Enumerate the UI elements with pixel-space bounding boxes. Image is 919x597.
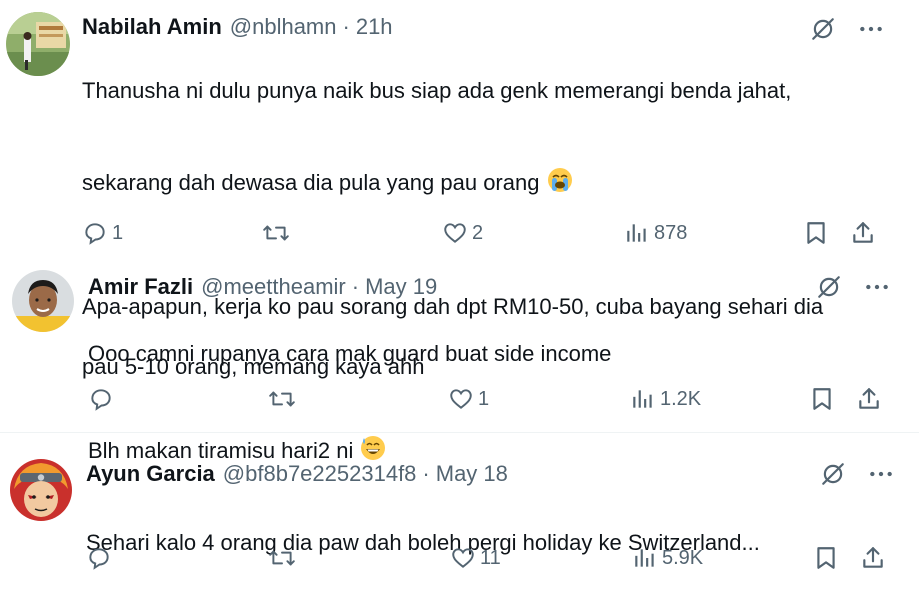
bookmark-button[interactable] [804, 220, 828, 246]
views-count: 878 [654, 221, 688, 244]
views-count: 5.9K [662, 546, 704, 569]
more-icon[interactable] [858, 16, 884, 47]
loudly-crying-face-icon [546, 136, 574, 202]
like-icon [444, 223, 466, 243]
top-icons [820, 461, 894, 492]
views-icon [633, 390, 652, 408]
bookmark-button[interactable] [810, 386, 834, 412]
retweet-icon [269, 391, 295, 407]
avatar[interactable] [6, 12, 70, 76]
reply-count: 1 [112, 221, 124, 244]
tweet-header: Nabilah Amin @nblhamn · 21h [82, 14, 393, 40]
display-name[interactable]: Amir Fazli [88, 274, 193, 300]
tweet-text-line-with-emoji: sekarang dah dewasa dia pula yang pau or… [82, 136, 912, 202]
top-icons [810, 16, 884, 47]
reply-icon [89, 548, 109, 570]
separator-dot: · [422, 461, 430, 486]
like-icon [450, 389, 472, 409]
more-icon[interactable] [864, 274, 890, 305]
like-count: 11 [480, 546, 501, 569]
like-count: 1 [478, 387, 490, 410]
reply-button[interactable] [88, 386, 118, 412]
tweet-header: Amir Fazli @meettheamir · May 19 [88, 274, 437, 300]
separator-dot: · [351, 274, 360, 299]
like-icon [452, 548, 474, 568]
reply-icon [85, 223, 105, 245]
like-button[interactable]: 2 [442, 220, 483, 246]
tweet-text-line: sekarang dah dewasa dia pula yang pau or… [82, 170, 540, 195]
share-icon [859, 388, 879, 409]
display-name[interactable]: Nabilah Amin [82, 14, 222, 40]
user-handle[interactable]: @nblhamn [230, 14, 337, 40]
share-button[interactable] [850, 220, 876, 246]
tweet-text-line: Thanusha ni dulu punya naik bus siap ada… [82, 78, 792, 103]
retweet-icon [263, 225, 289, 241]
bookmark-icon [817, 547, 835, 569]
views-count: 1.2K [660, 387, 702, 410]
like-button[interactable]: 11 [450, 545, 501, 571]
tweet-text: Sehari kalo 4 orang dia paw dah boleh pe… [86, 495, 906, 591]
timestamp[interactable]: 21h [356, 14, 393, 40]
views-button[interactable]: 5.9K [632, 545, 703, 571]
tweet-1[interactable]: Nabilah Amin @nblhamn · 21h Thanusha ni … [0, 0, 919, 379]
avatar[interactable] [10, 459, 72, 521]
bookmark-icon [813, 388, 831, 410]
like-button[interactable]: 1 [448, 386, 489, 412]
bookmark-icon [807, 222, 825, 244]
separator-dot: · [342, 14, 350, 39]
reply-button[interactable] [86, 545, 116, 571]
views-icon [635, 549, 654, 567]
reply-button[interactable]: 1 [82, 220, 123, 246]
share-button[interactable] [856, 386, 882, 412]
share-icon [853, 222, 873, 243]
tweet-2[interactable]: Amir Fazli @meettheamir · May 19 Ooo cam… [0, 262, 919, 463]
views-icon [627, 224, 646, 242]
bookmark-button[interactable] [814, 545, 838, 571]
timestamp[interactable]: May 19 [365, 274, 437, 300]
user-handle[interactable]: @meettheamir [201, 274, 346, 300]
views-button[interactable]: 878 [624, 220, 687, 246]
share-button[interactable] [860, 545, 886, 571]
tweet-header: Ayun Garcia @bf8b7e2252314f8 · May 18 [86, 461, 508, 487]
reply-icon [91, 389, 111, 411]
views-button[interactable]: 1.2K [630, 386, 701, 412]
avatar[interactable] [12, 270, 74, 332]
retweet-button[interactable] [268, 545, 300, 571]
user-handle[interactable]: @bf8b7e2252314f8 [223, 461, 417, 487]
like-count: 2 [472, 221, 484, 244]
retweet-icon [269, 550, 295, 566]
grok-icon[interactable] [820, 461, 846, 492]
timestamp[interactable]: May 18 [436, 461, 508, 487]
display-name[interactable]: Ayun Garcia [86, 461, 215, 487]
grok-icon[interactable] [816, 274, 842, 305]
top-icons [816, 274, 890, 305]
retweet-button[interactable] [262, 220, 294, 246]
tweet-3[interactable]: Ayun Garcia @bf8b7e2252314f8 · May 18 Se… [0, 433, 919, 597]
more-icon[interactable] [868, 461, 894, 492]
share-icon [863, 547, 883, 568]
tweet-text-line: Ooo camni rupanya cara mak guard buat si… [88, 341, 612, 366]
grok-icon[interactable] [810, 16, 836, 47]
retweet-button[interactable] [268, 386, 300, 412]
